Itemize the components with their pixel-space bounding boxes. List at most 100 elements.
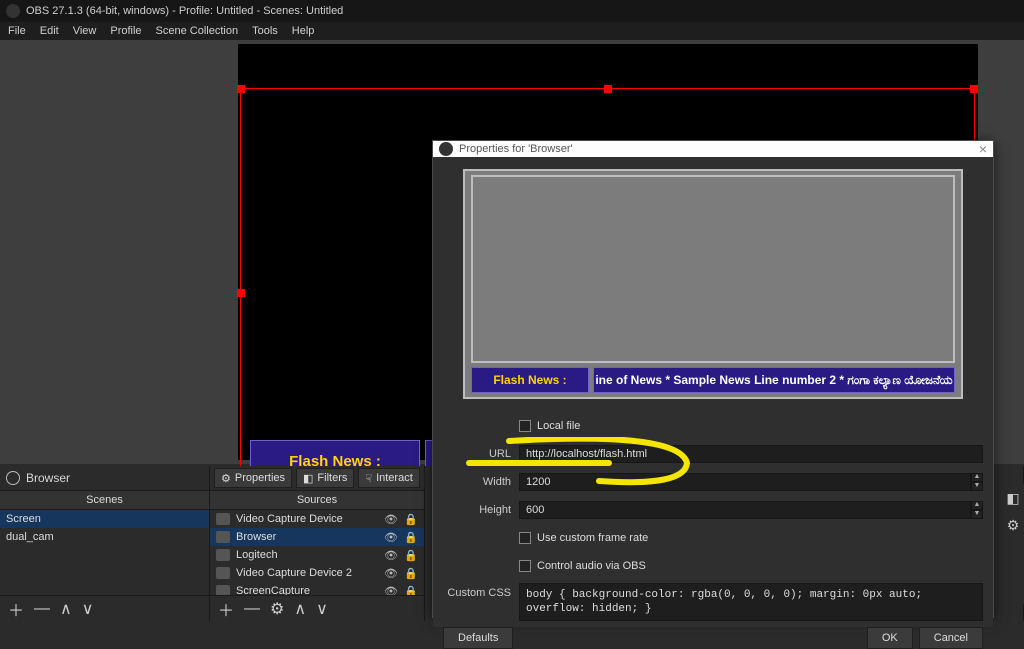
scenes-footer: ＋ — ∧ ∨ bbox=[0, 595, 209, 621]
dialog-titlebar[interactable]: Properties for 'Browser' × bbox=[433, 141, 993, 157]
resize-handle-icon[interactable] bbox=[604, 85, 612, 93]
sources-footer: ＋ — ⚙ ∧ ∨ bbox=[210, 595, 424, 621]
pointer-icon: ☟ bbox=[365, 472, 372, 485]
menu-edit[interactable]: Edit bbox=[40, 25, 59, 37]
eye-icon[interactable]: 👁 bbox=[384, 585, 398, 596]
custom-css-input[interactable]: body { background-color: rgba(0, 0, 0, 0… bbox=[519, 583, 983, 621]
remove-scene-icon[interactable]: — bbox=[34, 600, 50, 618]
globe-icon bbox=[216, 531, 230, 543]
preview-flash-ticker: ine of News * Sample News Line number 2 … bbox=[593, 367, 955, 393]
spin-up-icon[interactable]: ▲ bbox=[971, 501, 983, 510]
custom-fps-checkbox[interactable] bbox=[519, 532, 531, 544]
custom-fps-label: Use custom frame rate bbox=[537, 532, 648, 544]
source-up-icon[interactable]: ∧ bbox=[294, 599, 306, 619]
scene-item[interactable]: dual_cam bbox=[0, 528, 209, 546]
local-file-label: Local file bbox=[537, 420, 580, 432]
url-label: URL bbox=[443, 448, 519, 460]
right-toolbar: ◧ ⚙ bbox=[1002, 484, 1024, 604]
source-item[interactable]: Video Capture Device👁🔒 bbox=[210, 510, 424, 528]
scene-up-icon[interactable]: ∧ bbox=[60, 599, 72, 619]
source-down-icon[interactable]: ∨ bbox=[316, 599, 328, 619]
menu-file[interactable]: File bbox=[8, 25, 26, 37]
width-spinner[interactable]: ▲▼ bbox=[971, 473, 983, 491]
lock-icon[interactable]: 🔒 bbox=[404, 531, 418, 544]
eye-icon[interactable]: 👁 bbox=[384, 531, 398, 544]
add-scene-icon[interactable]: ＋ bbox=[8, 597, 24, 621]
resize-handle-icon[interactable] bbox=[970, 85, 978, 93]
obs-logo-icon bbox=[439, 142, 453, 156]
dialog-body: Flash News : ine of News * Sample News L… bbox=[433, 157, 993, 627]
eye-icon[interactable]: 👁 bbox=[384, 567, 398, 580]
height-input[interactable] bbox=[519, 501, 971, 519]
settings-icon[interactable]: ⚙ bbox=[1007, 517, 1020, 534]
eye-icon[interactable]: 👁 bbox=[384, 549, 398, 562]
lock-icon[interactable]: 🔒 bbox=[404, 549, 418, 562]
add-source-icon[interactable]: ＋ bbox=[218, 597, 234, 621]
filters-icon: ◧ bbox=[303, 472, 313, 485]
menu-profile[interactable]: Profile bbox=[110, 25, 141, 37]
window-titlebar: OBS 27.1.3 (64-bit, windows) - Profile: … bbox=[0, 0, 1024, 22]
close-icon[interactable]: × bbox=[979, 141, 987, 157]
gear-icon: ⚙ bbox=[221, 472, 231, 485]
source-item-label: Video Capture Device 2 bbox=[236, 567, 352, 579]
resize-handle-icon[interactable] bbox=[237, 85, 245, 93]
filters-button[interactable]: ◧ Filters bbox=[296, 468, 354, 488]
control-audio-label: Control audio via OBS bbox=[537, 560, 646, 572]
spin-up-icon[interactable]: ▲ bbox=[971, 473, 983, 482]
spin-down-icon[interactable]: ▼ bbox=[971, 510, 983, 519]
window-title: OBS 27.1.3 (64-bit, windows) - Profile: … bbox=[26, 5, 343, 17]
menu-scene-collection[interactable]: Scene Collection bbox=[156, 25, 239, 37]
scenes-panel: Browser Scenes Screen dual_cam ＋ — ∧ ∨ bbox=[0, 466, 210, 621]
scene-item-label: Screen bbox=[6, 513, 41, 525]
ok-button[interactable]: OK bbox=[867, 627, 913, 649]
scenes-list[interactable]: Screen dual_cam bbox=[0, 510, 209, 595]
cancel-button[interactable]: Cancel bbox=[919, 627, 983, 649]
local-file-checkbox[interactable] bbox=[519, 420, 531, 432]
source-item-label: ScreenCapture bbox=[236, 585, 310, 595]
lock-icon[interactable]: 🔒 bbox=[404, 513, 418, 526]
height-label: Height bbox=[443, 504, 519, 516]
lock-icon[interactable]: 🔒 bbox=[404, 567, 418, 580]
selected-source-name: Browser bbox=[26, 471, 70, 485]
source-item[interactable]: Logitech👁🔒 bbox=[210, 546, 424, 564]
dialog-footer: Defaults OK Cancel bbox=[433, 627, 993, 649]
source-item[interactable]: ScreenCapture 👁 🔒 bbox=[210, 582, 424, 595]
sources-panel: ⚙Properties ◧Filters ☟Interact ⟳Refresh … bbox=[210, 466, 425, 621]
source-breadcrumb: Browser bbox=[0, 466, 209, 490]
eye-icon[interactable]: 👁 bbox=[384, 513, 398, 526]
spin-down-icon[interactable]: ▼ bbox=[971, 482, 983, 491]
interact-button[interactable]: ☟Interact bbox=[358, 468, 419, 488]
menu-tools[interactable]: Tools bbox=[252, 25, 278, 37]
camera-icon bbox=[216, 549, 230, 561]
scene-down-icon[interactable]: ∨ bbox=[82, 599, 94, 619]
btn-label: Properties bbox=[235, 472, 285, 484]
lock-icon[interactable]: 🔒 bbox=[404, 585, 418, 596]
camera-icon bbox=[216, 513, 230, 525]
source-item[interactable]: Video Capture Device 2 👁 🔒 bbox=[210, 564, 424, 582]
source-toolbar: ⚙Properties ◧Filters ☟Interact ⟳Refresh bbox=[210, 466, 424, 490]
width-input[interactable] bbox=[519, 473, 971, 491]
source-settings-icon[interactable]: ⚙ bbox=[270, 599, 284, 619]
scenes-header: Scenes bbox=[0, 490, 209, 510]
resize-handle-icon[interactable] bbox=[237, 289, 245, 297]
height-spinner[interactable]: ▲▼ bbox=[971, 501, 983, 519]
remove-source-icon[interactable]: — bbox=[244, 600, 260, 618]
preview-flash-label: Flash News : bbox=[471, 367, 589, 393]
defaults-button[interactable]: Defaults bbox=[443, 627, 513, 649]
source-item[interactable]: Browser👁🔒 bbox=[210, 528, 424, 546]
properties-button[interactable]: ⚙ Properties bbox=[214, 468, 292, 488]
url-input[interactable] bbox=[519, 445, 983, 463]
width-label: Width bbox=[443, 476, 519, 488]
btn-label: Filters bbox=[317, 472, 347, 484]
obs-logo-icon bbox=[6, 4, 20, 18]
menu-help[interactable]: Help bbox=[292, 25, 315, 37]
scene-item[interactable]: Screen bbox=[0, 510, 209, 528]
sources-header: Sources bbox=[210, 490, 424, 510]
sources-list[interactable]: Video Capture Device👁🔒 Browser👁🔒 Logitec… bbox=[210, 510, 424, 595]
display-icon bbox=[216, 585, 230, 595]
menu-view[interactable]: View bbox=[73, 25, 97, 37]
dock-toggle-icon[interactable]: ◧ bbox=[1006, 490, 1019, 507]
preview-flash-row: Flash News : ine of News * Sample News L… bbox=[471, 367, 955, 393]
properties-dialog[interactable]: Properties for 'Browser' × Flash News : … bbox=[432, 140, 994, 618]
control-audio-checkbox[interactable] bbox=[519, 560, 531, 572]
